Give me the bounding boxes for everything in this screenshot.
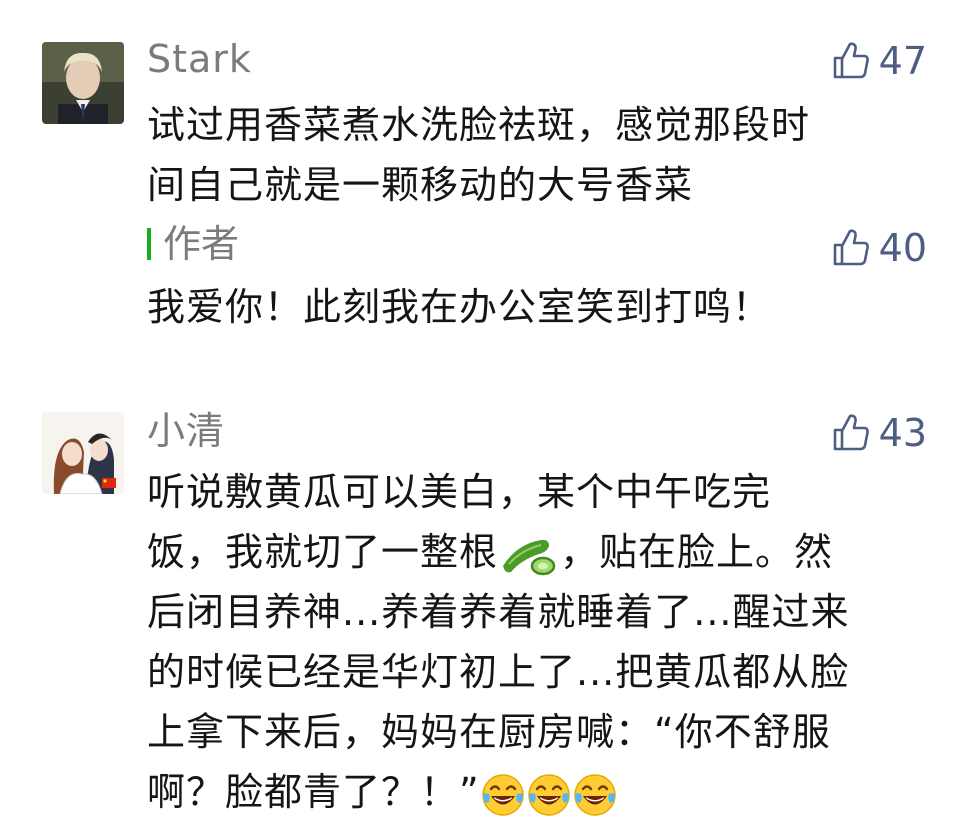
avatar[interactable] — [42, 42, 124, 124]
reply-text: 我爱你！此刻我在办公室笑到打鸣！ — [147, 285, 772, 329]
thumbs-up-icon — [831, 41, 871, 81]
thumbs-up-icon — [831, 413, 871, 453]
username[interactable]: Stark — [147, 37, 252, 81]
like-button[interactable]: 43 — [831, 411, 927, 455]
comment-text: 试过用香菜煮水洗脸祛斑，感觉那段时 间自己就是一颗移动的大号香菜 — [147, 103, 811, 207]
author-marker-bar — [147, 228, 151, 260]
cucumber-emoji — [503, 539, 556, 575]
comment-text: 听说敷黄瓜可以美白，某个中午吃完 饭，我就切了一整根 ，贴在脸上。然 后闭目养神.… — [147, 462, 927, 822]
username[interactable]: 小清 — [147, 409, 225, 453]
like-count: 43 — [878, 411, 927, 455]
like-count: 47 — [878, 39, 927, 83]
like-count: 40 — [878, 226, 927, 270]
thumbs-up-icon — [831, 228, 871, 268]
laughing-tears-emoji — [573, 773, 617, 817]
laughing-tears-emoji — [481, 773, 525, 817]
author-reply-header: 作者 — [147, 222, 239, 266]
avatar[interactable] — [42, 412, 124, 494]
author-label: 作者 — [163, 222, 240, 266]
laughing-tears-emoji — [527, 773, 571, 817]
like-button[interactable]: 40 — [831, 226, 927, 270]
like-button[interactable]: 47 — [831, 39, 927, 83]
